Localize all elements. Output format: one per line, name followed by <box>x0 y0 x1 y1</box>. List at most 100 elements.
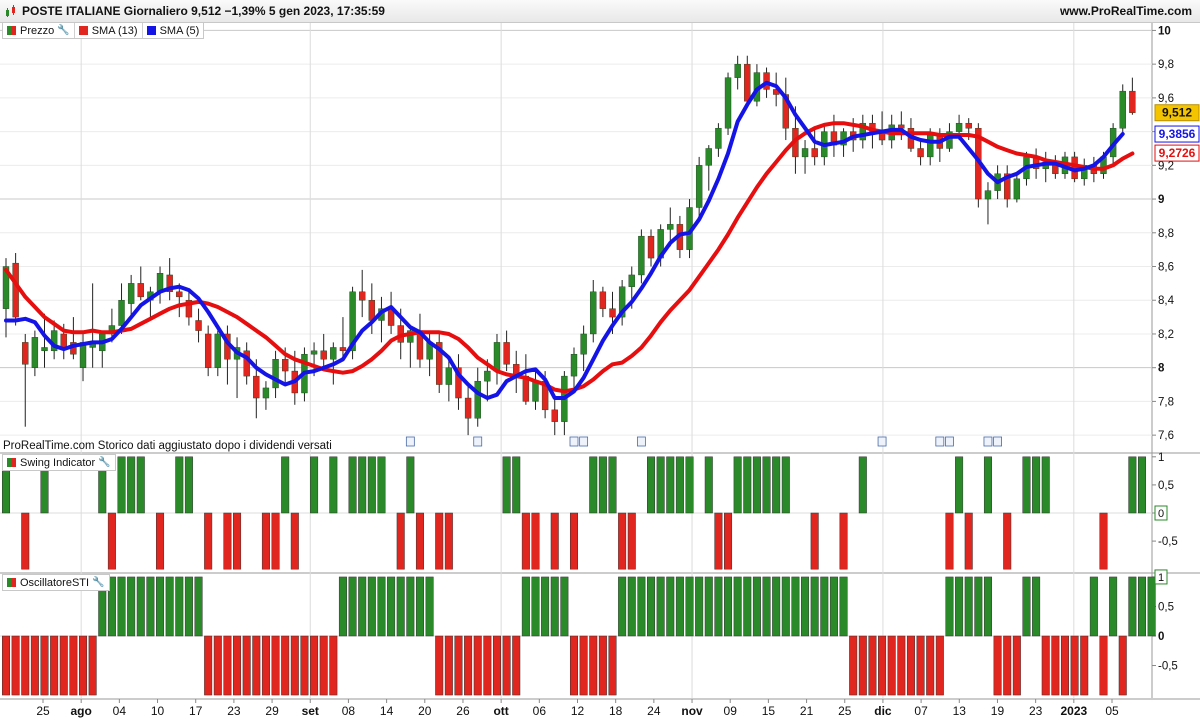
swing-bar <box>271 512 280 570</box>
oscillator-bar <box>146 576 155 637</box>
swing-bar <box>569 512 579 570</box>
swing-tick-label: -0,5 <box>1158 536 1178 548</box>
candle <box>551 409 558 422</box>
candle <box>724 77 732 129</box>
legend-sma13[interactable]: SMA (13) <box>75 23 143 38</box>
candle <box>272 359 279 389</box>
candle <box>667 224 674 230</box>
oscillator-bar <box>704 576 713 637</box>
oscillator-bar <box>560 576 569 637</box>
oscillator-bar <box>194 576 203 637</box>
price-tick-label: 8,6 <box>1158 262 1174 274</box>
oscillator-bar <box>156 576 165 637</box>
legend-swing[interactable]: Swing Indicator 🔧 <box>3 455 115 470</box>
swing-bar <box>983 456 992 514</box>
swing-bar <box>233 512 242 570</box>
oscillator-bar <box>781 576 790 637</box>
x-tick-label: 15 <box>762 704 776 718</box>
swing-bar <box>127 456 136 514</box>
candle <box>60 333 67 348</box>
price-tick-label: 8 <box>1158 363 1165 375</box>
oscillator-bar <box>762 576 771 637</box>
oscillator-bar <box>637 576 646 637</box>
swing-bar <box>377 456 386 514</box>
oscillator-bar <box>618 576 627 637</box>
candle <box>898 124 905 129</box>
oscillator-tick-label: 0,5 <box>1158 601 1174 613</box>
swing-bar <box>704 456 713 514</box>
wrench-icon[interactable]: 🔧 <box>92 577 104 588</box>
oscillator-bar <box>252 635 261 696</box>
x-tick-label: 20 <box>418 704 432 718</box>
oscillator-bar <box>1060 635 1069 696</box>
legend-sma5[interactable]: SMA (5) <box>143 23 204 38</box>
swing-bar <box>1137 456 1147 514</box>
legend-oscillator[interactable]: OscillatoreSTI 🔧 <box>3 575 109 590</box>
site-link[interactable]: www.ProRealTime.com <box>1060 4 1192 18</box>
oscillator-bar <box>1109 576 1118 637</box>
oscillator-bar <box>396 576 405 637</box>
x-tick-label: 21 <box>800 704 814 718</box>
oscillator-bar <box>233 635 242 696</box>
oscillator-bar <box>11 635 20 696</box>
oscillator-bar <box>1012 635 1021 696</box>
last-sma5-label: 9,3856 <box>1159 127 1196 141</box>
chart-header: POSTE ITALIANE Giornaliero 9,512 −1,39% … <box>0 0 1200 23</box>
candle <box>705 148 712 166</box>
oscillator-bar <box>858 635 867 696</box>
dividend-icon <box>993 436 1002 447</box>
oscillator-bar <box>290 635 299 696</box>
candle <box>744 63 751 102</box>
swing-bar <box>724 512 733 570</box>
candle <box>282 359 289 372</box>
oscillator-bar <box>772 576 781 637</box>
x-tick-label: 05 <box>1105 704 1119 718</box>
price-tick-label: 8,2 <box>1158 329 1174 341</box>
swing-bar <box>367 456 376 514</box>
swing-bar <box>290 512 299 570</box>
oscillator-bar <box>1128 576 1137 637</box>
wrench-icon[interactable]: 🔧 <box>98 457 110 468</box>
candle <box>195 320 202 331</box>
oscillator-bar <box>502 635 511 696</box>
swing-bar <box>396 512 405 570</box>
dividend-icon <box>945 436 954 447</box>
oscillator-bar <box>165 576 174 637</box>
swing-bar <box>714 512 723 570</box>
candle <box>715 128 722 149</box>
dividend-icon <box>579 436 589 447</box>
oscillator-bar <box>512 635 521 696</box>
candle <box>330 347 337 360</box>
legend-prezzo[interactable]: Prezzo 🔧 <box>3 23 75 38</box>
candle <box>580 333 587 355</box>
x-tick-label: 09 <box>724 704 738 718</box>
candle <box>41 347 48 352</box>
swing-bar <box>675 456 684 514</box>
swing-bar <box>281 456 290 514</box>
oscillator-bar <box>310 635 319 696</box>
oscillator-bar <box>906 635 915 696</box>
wrench-icon[interactable]: 🔧 <box>57 25 69 36</box>
oscillator-bar <box>675 576 684 637</box>
swing-bar <box>204 512 213 570</box>
swing-bar <box>1128 456 1137 514</box>
sma5-swatch <box>146 26 156 35</box>
x-tick-label: 24 <box>647 704 661 718</box>
x-tick-label: 19 <box>991 704 1005 718</box>
candle <box>599 291 607 309</box>
candle <box>127 283 135 304</box>
oscillator-bar <box>1 635 11 696</box>
x-tick-label: 25 <box>838 704 852 718</box>
oscillator-bar <box>608 635 617 696</box>
swing-bar <box>261 512 270 570</box>
oscillator-bar <box>666 576 675 637</box>
swing-bar <box>656 456 665 514</box>
swing-legend: Swing Indicator 🔧 <box>2 454 116 471</box>
swing-bar <box>666 456 675 514</box>
candle <box>204 333 212 368</box>
oscillator-bar <box>569 635 579 696</box>
x-tick-label: 23 <box>1029 704 1043 718</box>
swing-bar <box>781 456 790 514</box>
oscillator-bar <box>367 576 376 637</box>
oscillator-bar <box>579 635 588 696</box>
